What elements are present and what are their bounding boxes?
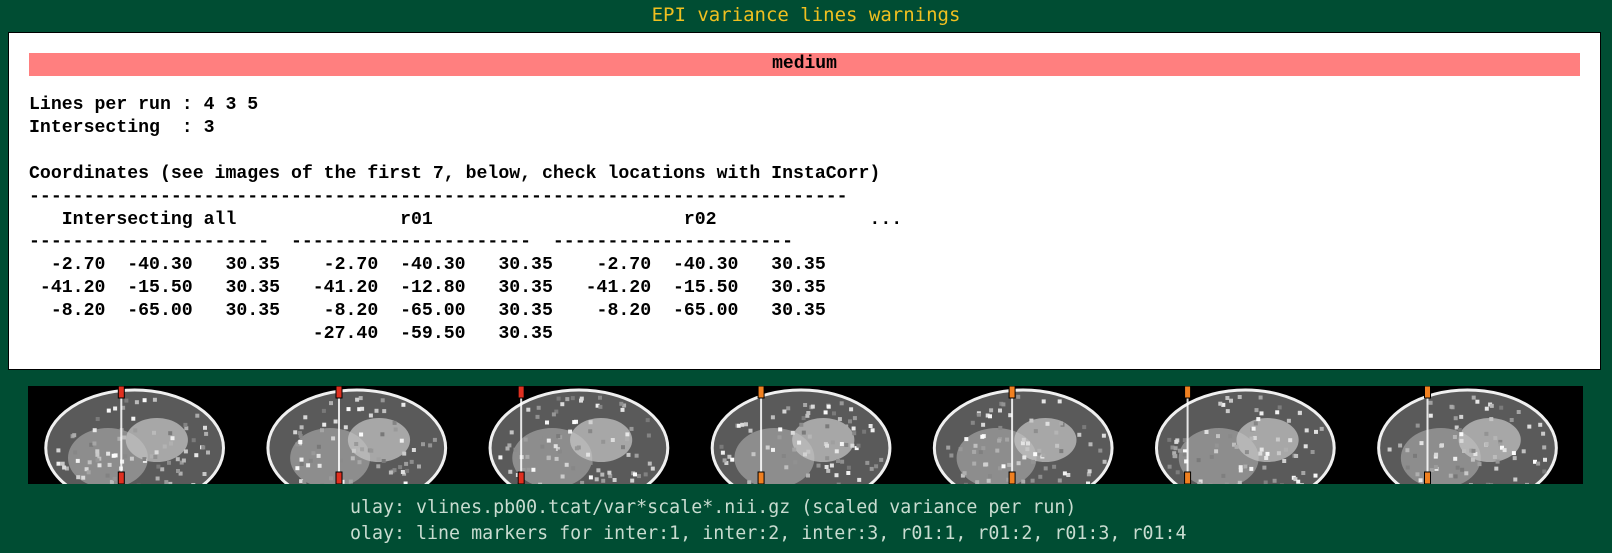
warnings-report: Lines per run : 4 3 5 Intersecting : 3 C… [29,94,902,346]
lines-per-run: Lines per run : 4 3 5 [29,95,259,115]
line-marker [1424,471,1431,484]
line-marker [1184,471,1192,484]
olay-caption: olay: line markers for inter:1, inter:2,… [350,523,1187,544]
line-marker [1008,471,1016,484]
line-marker [335,386,343,399]
captions: ulay: vlines.pb00.tcat/var*scale*.nii.gz… [350,495,1186,547]
brain-slice-image [488,386,670,484]
brain-image-strip [28,386,1583,484]
line-marker [1008,386,1016,399]
coordinates-heading: Coordinates (see images of the first 7, … [29,163,881,184]
line-marker [757,386,765,399]
intersecting-count: Intersecting : 3 [29,117,215,138]
line-marker [517,386,525,399]
line-marker [117,471,125,484]
brain-slice-image [44,386,225,484]
severity-badge: medium [29,53,1580,76]
coordinate-row: -27.40 -59.50 30.35 [29,324,553,345]
line-marker [335,471,343,484]
warnings-panel: medium Lines per run : 4 3 5 Intersectin… [8,32,1601,370]
line-marker [117,386,125,399]
brain-slice-image [1155,386,1336,484]
brain-slice-image [932,386,1114,484]
column-headers: Intersecting all r01 r02 ... [29,209,903,230]
brain-slice-image [266,386,448,484]
coordinate-row: -2.70 -40.30 30.35 -2.70 -40.30 30.35 -2… [29,255,826,276]
page-title: EPI variance lines warnings [651,4,961,26]
divider-columns: ---------------------- -----------------… [29,232,793,253]
line-marker [517,471,525,484]
coordinate-row: -41.20 -15.50 30.35 -41.20 -12.80 30.35 … [29,278,826,299]
brain-slice-image [710,386,892,484]
ulay-caption: ulay: vlines.pb00.tcat/var*scale*.nii.gz… [350,497,1077,518]
divider-long: ----------------------------------------… [29,186,848,207]
line-marker [1184,386,1192,399]
line-marker [757,471,765,484]
brain-slices-svg [44,386,1558,484]
brain-slice-image [1377,386,1558,484]
line-marker [1424,386,1431,399]
coordinate-row: -8.20 -65.00 30.35 -8.20 -65.00 30.35 -8… [29,301,826,322]
